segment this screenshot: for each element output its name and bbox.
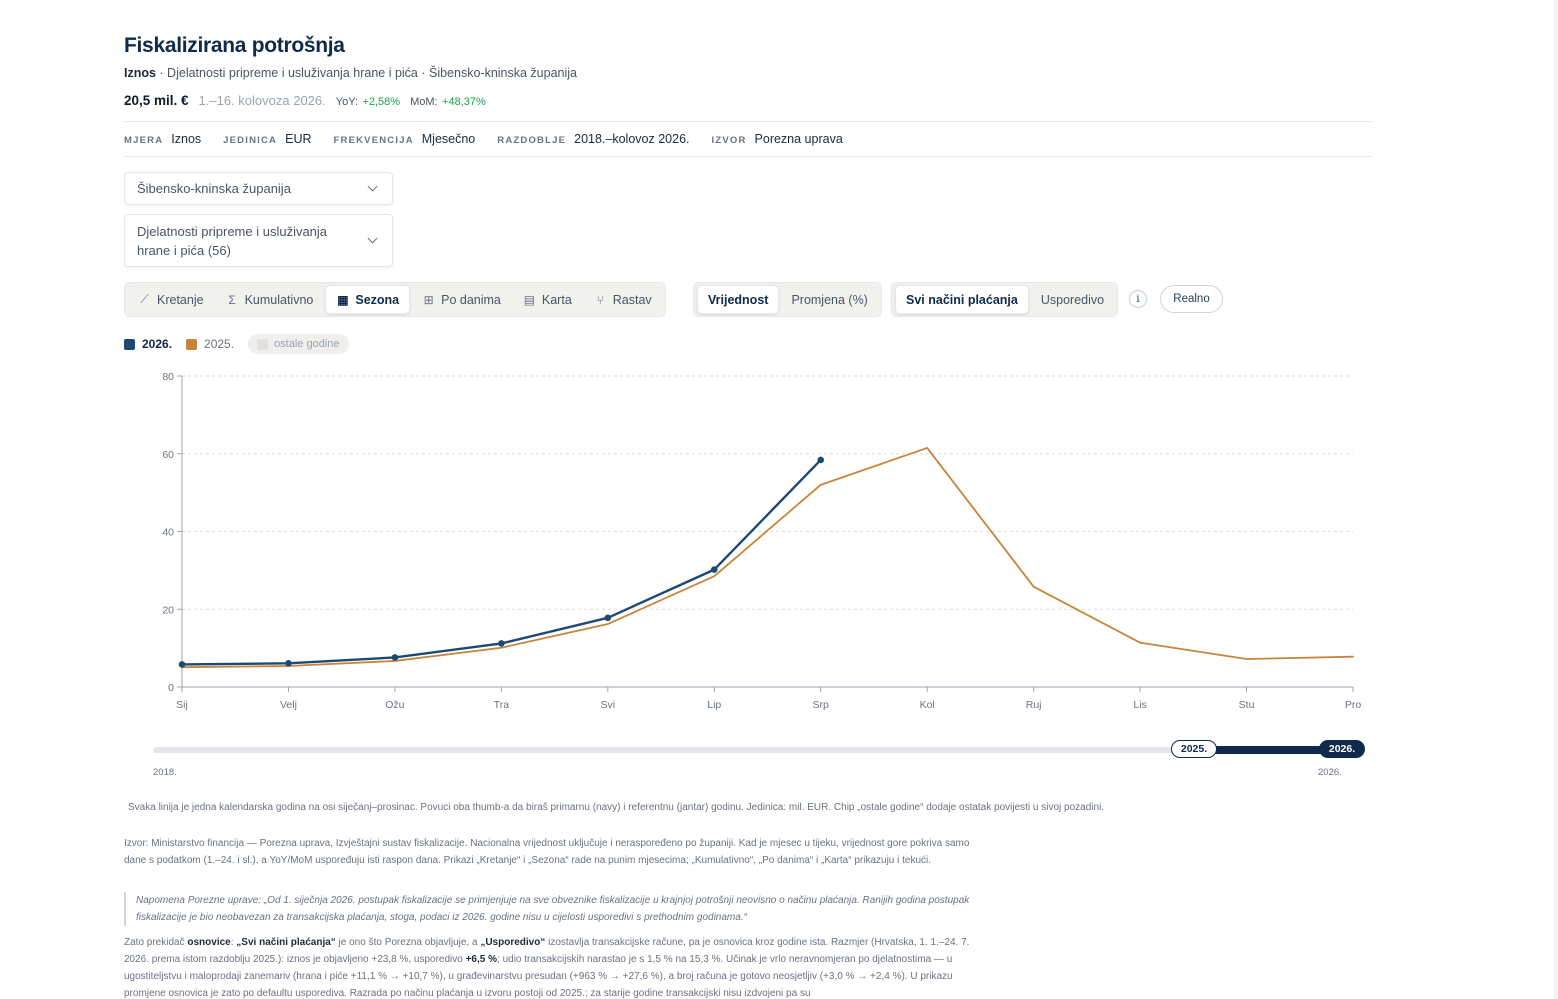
x-tick-label: Pro — [1345, 699, 1362, 711]
explain-bold: „Usporedivo“ — [480, 937, 546, 948]
chart-series — [178, 447, 1354, 669]
series-2026-point — [178, 661, 186, 668]
slider-thumb-primary[interactable]: 2026. — [1319, 740, 1365, 758]
series-2026-point — [710, 566, 718, 573]
series-2026-point — [498, 640, 505, 647]
explain-text: Zato prekidač — [124, 937, 188, 948]
explain-bold: osnovice — [187, 937, 231, 948]
series-2026-point — [817, 456, 825, 464]
tax-authority-quote: Napomena Porezne uprave: „Od 1. siječnja… — [124, 892, 994, 926]
source-note: Izvor: Ministarstvo financija — Porezna … — [124, 838, 970, 866]
year-range-slider[interactable]: 2025. 2026. — [153, 740, 1365, 758]
x-tick-label: Tra — [494, 699, 510, 711]
chart-caption: Svaka linija je jedna kalendarska godina… — [128, 802, 1105, 813]
x-tick-label: Lis — [1133, 699, 1146, 711]
y-tick-label: 40 — [162, 527, 174, 539]
slider-thumb-reference[interactable]: 2025. — [1171, 740, 1217, 758]
y-tick-label: 60 — [162, 449, 174, 461]
x-tick-label: Velj — [280, 699, 297, 711]
y-tick-label: 0 — [168, 682, 174, 694]
x-tick-label: Lip — [707, 699, 721, 711]
x-tick-label: Ožu — [385, 699, 404, 711]
basis-explanation: Zato prekidač osnovice: „Svi načini plać… — [124, 934, 984, 999]
explain-bold: +6,5 % — [465, 954, 498, 965]
series-2026-point — [285, 659, 292, 667]
x-tick-label: Ruj — [1026, 699, 1042, 711]
y-tick-label: 20 — [162, 604, 174, 616]
x-tick-label: Stu — [1239, 699, 1255, 711]
season-line-chart: 0 20 40 60 80 Sij Velj Ožu Tra Svi Lip Srp Kol Ruj Lis… — [162, 371, 1362, 711]
slider-min-label: 2018. — [153, 767, 177, 778]
explain-text: je ono što Porezna objavljuje, a — [335, 937, 481, 948]
series-2026-point — [604, 614, 612, 622]
x-tick-label: Sij — [176, 699, 188, 711]
chart-grid — [182, 375, 1353, 610]
slider-max-label: 2026. — [1318, 767, 1342, 778]
y-tick-label: 80 — [162, 371, 174, 383]
series-2026-line — [180, 458, 822, 666]
series-2026-point — [391, 654, 399, 661]
x-tick-label: Svi — [601, 699, 616, 711]
explain-bold: „Svi načini plaćanja“ — [236, 937, 336, 948]
x-tick-label: Srp — [813, 699, 830, 711]
series-2025-line — [181, 447, 1354, 669]
x-tick-label: Kol — [920, 699, 935, 711]
